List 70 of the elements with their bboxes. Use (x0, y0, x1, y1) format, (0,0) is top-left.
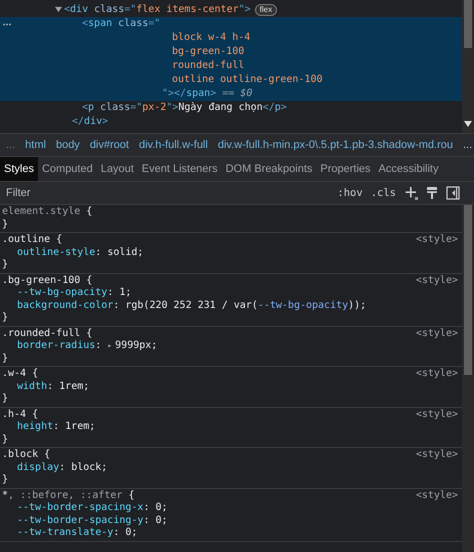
code-line: <span class=" (82, 17, 160, 31)
code-line: </div> (72, 115, 108, 129)
stylesheet-link[interactable]: <style> (416, 274, 458, 287)
more-icon[interactable] (2, 23, 12, 26)
css-declaration: display: block; (17, 462, 108, 474)
class-name: rounded-full (172, 59, 244, 73)
expand-arrow-icon[interactable] (55, 6, 62, 13)
css-declaration: border-radius: ▸ 9999px; (17, 340, 158, 352)
scrollbar[interactable] (462, 205, 474, 552)
dom-node-row[interactable]: <p class="px-2">Ngày đang chọn</p> (0, 101, 462, 115)
css-selector: .h-4 { (2, 408, 38, 421)
panel-tab[interactable]: Accessibility (374, 157, 442, 181)
stylesheet-link[interactable]: <style> (416, 234, 458, 246)
breadcrumb-item[interactable]: body (56, 139, 80, 151)
panel-tab[interactable]: DOM Breakpoints (222, 157, 316, 181)
panel-tab[interactable]: Layout (96, 157, 138, 181)
closing-brace: } (2, 474, 8, 486)
closing-brace: } (2, 259, 8, 272)
css-selector: .outline { (2, 234, 62, 246)
panel-tab[interactable]: Event Listeners (138, 157, 222, 181)
css-selector: .w-4 { (2, 368, 38, 380)
stylesheet-link[interactable]: <style> (416, 408, 458, 421)
stylesheet-link[interactable]: <style> (416, 328, 458, 340)
stylesheet-link[interactable]: <style> (416, 449, 458, 462)
css-declaration: --tw-translate-y: 0; (17, 527, 138, 540)
breadcrumb-item[interactable]: html (25, 139, 46, 151)
hov-button[interactable]: :hov (337, 187, 363, 199)
flex-badge[interactable]: flex (254, 4, 278, 16)
panel-tab[interactable]: Styles (0, 157, 38, 181)
breadcrumb-ellipsis[interactable]: ... (463, 139, 472, 151)
css-declaration: --tw-border-spacing-y: 0; (17, 514, 168, 527)
closing-brace: } (2, 393, 8, 406)
css-selector: *, ::before, ::after { (2, 490, 134, 502)
sidebar-toggle-icon[interactable] (446, 186, 460, 200)
scrollbar-thumb[interactable] (464, 0, 472, 48)
code-line: <p class="px-2">Ngày đang chọn</p> (82, 101, 287, 115)
panel-tab[interactable]: Properties (316, 157, 375, 181)
css-selector: .bg-green-100 { (2, 274, 92, 287)
css-selector: .rounded-full { (2, 328, 92, 340)
breadcrumb-ellipsis[interactable]: ... (6, 139, 16, 151)
css-declaration: height: 1rem; (17, 421, 96, 434)
closing-brace: } (2, 218, 8, 231)
breadcrumb-item[interactable]: div#root (90, 139, 129, 151)
css-selector: .block { (2, 449, 50, 462)
stylesheet-link[interactable]: <style> (416, 368, 458, 380)
scroll-down-icon[interactable] (464, 121, 472, 127)
css-declaration: width: 1rem; (17, 380, 90, 393)
plus-icon[interactable] (404, 186, 418, 200)
code-line: <div class="flex items-center"> (64, 3, 251, 17)
css-declaration: outline-style: solid; (17, 246, 144, 259)
scrollbar[interactable] (462, 0, 474, 133)
closing-brace: } (2, 312, 8, 324)
cls-button[interactable]: .cls (370, 187, 396, 199)
css-selector: element.style { (2, 206, 92, 218)
closing-brace: } (2, 434, 8, 446)
class-name: outline outline-green-100 (172, 73, 323, 87)
stylesheet-link[interactable]: <style> (416, 490, 458, 502)
breadcrumb-item[interactable]: div.h-full.w-full (138, 139, 208, 151)
paint-roller-icon[interactable] (426, 186, 438, 200)
breadcrumb-item[interactable]: div.w-full.h-min.px-0\.5.pt-1.pb-3.shadow-md.rou (218, 139, 453, 151)
closing-brace: } (2, 352, 8, 365)
scrollbar-thumb[interactable] (464, 205, 472, 375)
code-line: "></span> == $0 (162, 87, 252, 101)
panel-tab[interactable]: Computed (38, 157, 97, 181)
class-name: block w-4 h-4 (172, 31, 250, 45)
class-name: bg-green-100 (172, 45, 244, 59)
dom-node-row[interactable]: <span class=" block w-4 h-4 bg-green-100 rounded-full outline outline-green-100 "></span> == $0 (0, 17, 462, 101)
css-declaration: background-color: rgb(220 252 231 / var(--tw-bg-opacity)); (17, 300, 366, 312)
css-declaration: --tw-bg-opacity: 1; (17, 287, 132, 300)
css-declaration: --tw-border-spacing-x: 0; (17, 502, 168, 514)
